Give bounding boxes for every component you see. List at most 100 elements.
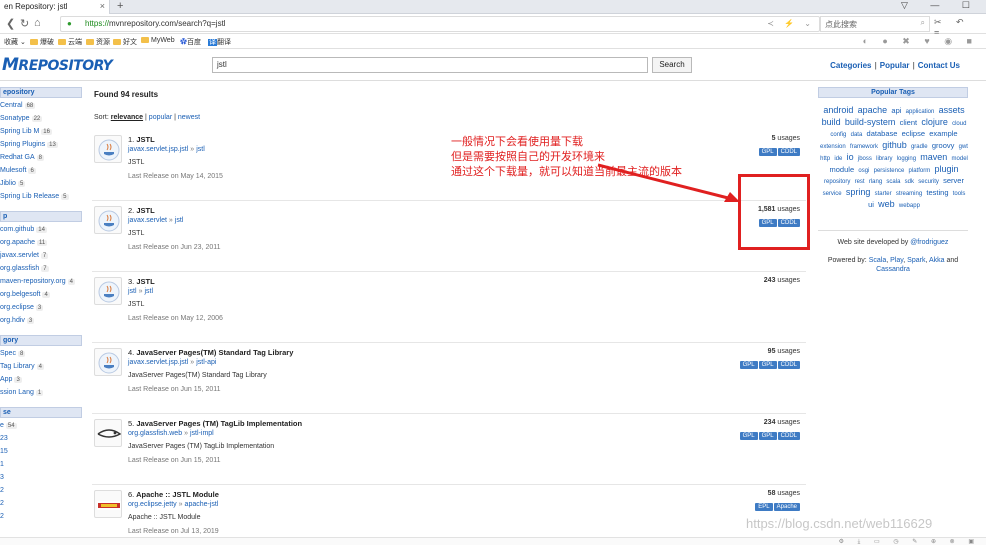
bookmark-folder[interactable]: 资源 bbox=[86, 37, 110, 47]
tag-link[interactable]: build-system bbox=[845, 117, 896, 127]
sidebar-filter-item[interactable]: org.belgesoft 4 bbox=[0, 291, 50, 298]
license-badge[interactable]: GPL bbox=[758, 148, 777, 156]
tech-link[interactable]: Spark bbox=[907, 257, 925, 264]
sort-newest[interactable]: newest bbox=[178, 114, 200, 121]
refresh-icon[interactable]: ↻ bbox=[20, 17, 29, 30]
license-badge[interactable]: CDDL bbox=[777, 361, 800, 369]
tag-link[interactable]: example bbox=[929, 129, 957, 138]
tag-link[interactable]: server bbox=[943, 176, 964, 185]
nav-categories[interactable]: Categories bbox=[830, 61, 871, 70]
sidebar-filter-item[interactable]: maven-repository.org 4 bbox=[0, 278, 75, 285]
tag-link[interactable]: assets bbox=[939, 105, 965, 115]
tag-link[interactable]: android bbox=[823, 105, 853, 115]
sidebar-filter-item[interactable]: 2 bbox=[0, 513, 4, 520]
sidebar-filter-item[interactable]: Jiblio 5 bbox=[0, 180, 26, 187]
sort-popular[interactable]: popular bbox=[149, 114, 172, 121]
developer-link[interactable]: @frodriguez bbox=[910, 239, 948, 246]
tag-link[interactable]: build bbox=[822, 117, 841, 127]
nav-popular[interactable]: Popular bbox=[880, 61, 910, 70]
tag-link[interactable]: service bbox=[823, 191, 842, 197]
tag-link[interactable]: sdk bbox=[905, 179, 914, 185]
tag-link[interactable]: client bbox=[900, 118, 918, 127]
license-badge[interactable]: CDDL bbox=[777, 432, 800, 440]
home-icon[interactable]: ⌂ bbox=[34, 17, 41, 29]
tag-link[interactable]: spring bbox=[846, 187, 871, 197]
tag-link[interactable]: application bbox=[906, 109, 935, 115]
group-id-link[interactable]: jstl bbox=[128, 288, 137, 295]
group-id-link[interactable]: javax.servlet.jsp.jstl bbox=[128, 146, 188, 153]
artifact-logo-icon[interactable] bbox=[94, 419, 122, 447]
tag-link[interactable]: repository bbox=[824, 179, 850, 185]
close-icon[interactable]: × bbox=[100, 1, 105, 11]
group-id-link[interactable]: javax.servlet bbox=[128, 217, 167, 224]
site-logo[interactable]: MREPOSITORY bbox=[2, 55, 113, 75]
browser-tab[interactable]: en Repository: jstl × bbox=[0, 0, 110, 14]
sidebar-filter-item[interactable]: Redhat GA 8 bbox=[0, 154, 44, 161]
license-badge[interactable]: CDDL bbox=[777, 148, 800, 156]
new-tab-icon[interactable]: + bbox=[117, 0, 123, 12]
sidebar-filter-item[interactable]: 1 bbox=[0, 461, 4, 468]
result-title[interactable]: 1. JSTL bbox=[128, 135, 155, 144]
sidebar-filter-item[interactable]: 15 bbox=[0, 448, 8, 455]
usage-count[interactable]: 95 usages bbox=[768, 348, 800, 355]
sidebar-filter-item[interactable]: Mulesoft 6 bbox=[0, 167, 36, 174]
result-title[interactable]: 4. JavaServer Pages(TM) Standard Tag Lib… bbox=[128, 348, 293, 357]
license-badge[interactable]: EPL bbox=[755, 503, 773, 511]
artifact-logo-icon[interactable] bbox=[94, 490, 122, 518]
tag-link[interactable]: scala bbox=[886, 179, 900, 185]
sidebar-filter-item[interactable]: com.github 14 bbox=[0, 226, 47, 233]
tag-link[interactable]: http bbox=[820, 156, 830, 162]
sidebar-filter-item[interactable]: org.glassfish 7 bbox=[0, 265, 49, 272]
tag-link[interactable]: model bbox=[952, 156, 968, 162]
tag-link[interactable]: plugin bbox=[934, 164, 958, 174]
sidebar-filter-item[interactable]: org.apache 11 bbox=[0, 239, 48, 246]
license-badge[interactable]: GPL bbox=[758, 432, 777, 440]
usage-count[interactable]: 234 usages bbox=[764, 419, 800, 426]
artifact-id-link[interactable]: apache-jstl bbox=[185, 501, 219, 508]
sidebar-filter-item[interactable]: 23 bbox=[0, 435, 8, 442]
back-icon[interactable]: ❮ bbox=[6, 17, 15, 30]
extension-icons[interactable]: ◐ ● ✖ ♥ ◉ ■ bbox=[862, 36, 978, 47]
group-id-link[interactable]: javax.servlet.jsp.jstl bbox=[128, 359, 188, 366]
tag-link[interactable]: database bbox=[867, 129, 898, 138]
artifact-logo-icon[interactable] bbox=[94, 206, 122, 234]
tag-link[interactable]: starter bbox=[875, 191, 892, 197]
url-bar[interactable]: ● https://mvnrepository.com/search?q=jst… bbox=[60, 16, 820, 32]
sidebar-filter-item[interactable]: 2 bbox=[0, 487, 4, 494]
tag-link[interactable]: gwt bbox=[959, 144, 968, 150]
sidebar-filter-item[interactable]: 2 bbox=[0, 500, 4, 507]
search-input[interactable]: jstl bbox=[212, 57, 648, 73]
bookmark-translate[interactable]: 译翻译 bbox=[208, 37, 231, 47]
tag-link[interactable]: api bbox=[891, 106, 901, 115]
tag-link[interactable]: streaming bbox=[896, 191, 922, 197]
window-controls[interactable]: ▽ — ☐ bbox=[901, 0, 980, 11]
sidebar-filter-item[interactable]: 3 bbox=[0, 474, 4, 481]
sidebar-filter-item[interactable]: e 54 bbox=[0, 422, 17, 429]
sort-relevance[interactable]: relevance bbox=[111, 114, 143, 121]
tag-link[interactable]: apache bbox=[858, 105, 888, 115]
search-button[interactable]: Search bbox=[652, 57, 692, 73]
tag-link[interactable]: gradle bbox=[911, 144, 928, 150]
artifact-logo-icon[interactable] bbox=[94, 135, 122, 163]
result-title[interactable]: 6. Apache :: JSTL Module bbox=[128, 490, 219, 499]
tag-link[interactable]: clojure bbox=[921, 117, 948, 127]
bookmark-baidu[interactable]: ✿百度 bbox=[180, 37, 201, 47]
tag-link[interactable]: maven bbox=[920, 152, 947, 162]
nav-contact-us[interactable]: Contact Us bbox=[918, 61, 960, 70]
tech-link[interactable]: Scala bbox=[869, 257, 887, 264]
artifact-id-link[interactable]: jstl bbox=[196, 146, 205, 153]
tag-link[interactable]: rlang bbox=[869, 179, 882, 185]
tag-link[interactable]: platform bbox=[909, 168, 931, 174]
bookmark-folder[interactable]: 爆破 bbox=[30, 37, 54, 47]
tag-link[interactable]: webapp bbox=[899, 203, 920, 209]
sidebar-filter-item[interactable]: Spring Lib Release 5 bbox=[0, 193, 69, 200]
result-title[interactable]: 3. JSTL bbox=[128, 277, 155, 286]
tag-link[interactable]: config bbox=[830, 132, 846, 138]
tech-link[interactable]: Play bbox=[890, 257, 903, 264]
license-badge[interactable]: GPL bbox=[739, 432, 758, 440]
tag-link[interactable]: tools bbox=[953, 191, 966, 197]
tag-link[interactable]: data bbox=[851, 132, 863, 138]
bookmark-folder[interactable]: 好文 bbox=[113, 37, 137, 47]
license-badge[interactable]: Apache bbox=[773, 503, 800, 511]
tag-link[interactable]: github bbox=[882, 140, 907, 150]
